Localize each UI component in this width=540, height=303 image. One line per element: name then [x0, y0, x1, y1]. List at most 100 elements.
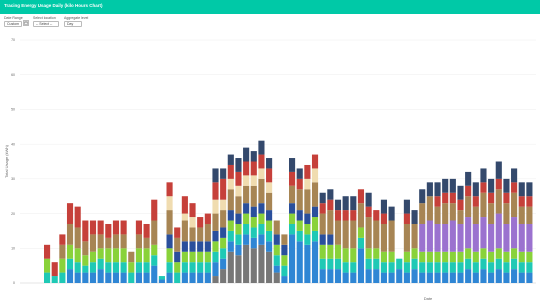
bar-segment	[220, 199, 227, 211]
bar-segment	[266, 220, 273, 231]
bar-segment	[419, 203, 426, 224]
bar-segment	[235, 171, 242, 186]
bar-segment	[327, 258, 334, 270]
bar-segment	[419, 223, 426, 252]
bar-segment	[419, 189, 426, 204]
bar-segment	[212, 230, 219, 242]
bar-segment	[243, 244, 250, 283]
bar-segment	[82, 241, 89, 256]
bar-segment	[44, 244, 51, 259]
y-tick-label: 50	[11, 108, 15, 112]
bar-segment	[465, 171, 472, 186]
bar-segment	[296, 241, 303, 283]
bar-segment	[89, 272, 97, 283]
bar-segment	[250, 161, 257, 176]
bar-segment	[518, 251, 525, 263]
bar-segment	[503, 203, 510, 224]
bar-segment	[403, 272, 410, 283]
bar-segment	[419, 272, 426, 283]
bar-segment	[488, 203, 495, 224]
bar-segment	[44, 258, 51, 273]
bar-segment	[411, 248, 418, 259]
bar-segment	[419, 251, 426, 263]
bar-segment	[488, 192, 495, 204]
bar-segment	[526, 196, 533, 207]
bar-segment	[89, 220, 97, 235]
bar-segment	[74, 227, 81, 249]
y-tick-label: 20	[11, 212, 15, 216]
bar-segment	[319, 269, 326, 283]
bar-segment	[365, 248, 372, 259]
bar-segment	[273, 255, 280, 266]
bar-segment	[434, 182, 441, 197]
bar-segment	[174, 272, 181, 283]
bar-segment	[166, 182, 173, 197]
bar-segment	[304, 234, 311, 245]
bar-segment	[518, 262, 525, 273]
bar-segment	[273, 234, 280, 245]
bar-segment	[334, 258, 342, 270]
bar-segment	[495, 178, 502, 190]
bar-segment	[212, 199, 219, 214]
bar-segment	[258, 203, 265, 214]
bar-segment	[403, 251, 410, 263]
bar-segment	[350, 262, 357, 273]
bar-segment	[250, 175, 257, 186]
bar-segment	[526, 251, 533, 263]
bar-segment	[220, 248, 227, 259]
bar-segment	[511, 248, 518, 259]
bar-segment	[258, 154, 265, 169]
bar-segment	[480, 269, 487, 283]
bar-segment	[495, 269, 502, 283]
bar-segment	[334, 220, 342, 245]
bar-segment	[449, 262, 456, 273]
bar-segment	[304, 244, 311, 283]
bar-segment	[112, 262, 120, 273]
bar-segment	[296, 168, 303, 179]
bar-segment	[472, 251, 479, 263]
bar-segment	[365, 269, 372, 283]
bar-segment	[304, 189, 311, 214]
bar-segment	[189, 272, 196, 283]
bar-segment	[273, 265, 280, 273]
bar-segment	[434, 272, 441, 283]
bar-segment	[442, 178, 449, 193]
bar-segment	[220, 168, 227, 179]
bar-segment	[181, 241, 188, 252]
bar-segment	[82, 265, 89, 273]
y-tick-label: 10	[11, 246, 15, 250]
bar-segment	[97, 234, 104, 249]
bar-segment	[181, 251, 188, 263]
bar-segment	[411, 269, 418, 283]
bar-segment	[227, 220, 234, 231]
bar-segment	[59, 272, 66, 283]
bar-segment	[212, 276, 219, 283]
bar-segment	[311, 154, 319, 169]
bar-segment	[365, 206, 372, 218]
bar-segment	[235, 234, 242, 245]
bar-segment	[135, 248, 142, 263]
bar-segment	[281, 234, 288, 245]
bar-segment	[59, 258, 66, 273]
bar-segment	[151, 199, 158, 221]
bar-segment	[66, 223, 74, 245]
bar-segment	[151, 244, 158, 256]
bar-segment	[82, 255, 89, 266]
bar-segment	[289, 213, 296, 224]
bar-segment	[74, 262, 81, 273]
bar-segment	[289, 158, 296, 172]
bar-segment	[311, 217, 319, 231]
bar-segment	[120, 262, 127, 273]
bar-segment	[66, 203, 74, 224]
bar-segment	[296, 220, 303, 231]
bar-segment	[442, 262, 449, 273]
bar-segment	[373, 258, 380, 270]
bar-segment	[266, 230, 273, 242]
bar-segment	[143, 223, 150, 238]
bar-segment	[243, 213, 250, 224]
bar-segment	[380, 199, 387, 214]
bar-segment	[227, 178, 234, 190]
bar-segment	[388, 251, 395, 263]
bar-segment	[289, 203, 296, 214]
bar-segment	[258, 223, 265, 235]
